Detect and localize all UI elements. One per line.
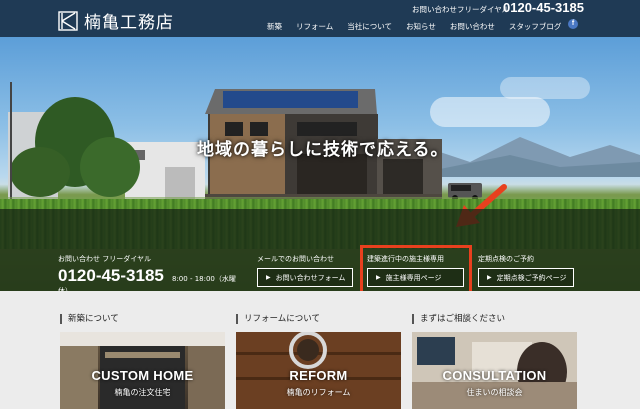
inspection-button-label: 定期点検ご予約ページ [496, 273, 567, 282]
site-logo[interactable]: 楠亀工務店 [58, 8, 174, 33]
card-reform[interactable]: REFORM 楠亀のリフォーム [236, 332, 401, 409]
hero-slogan: 地域の暮らしに技術で応える。 [197, 140, 449, 160]
nav-about[interactable]: 当社について [340, 21, 399, 32]
site-header: 楠亀工務店 お問い合わせフリーダイヤル 0120-45-3185 新築 リフォー… [0, 0, 640, 37]
mail-label: メールでのお問い合わせ [257, 255, 334, 263]
contact-form-button-label: お問い合わせフォーム [275, 273, 346, 282]
card-reform-title: REFORM [289, 368, 348, 383]
card-custom-home-title: CUSTOM HOME [91, 368, 194, 383]
contact-phone-number[interactable]: 0120-45-3185 [58, 266, 164, 286]
left-scenery [8, 82, 205, 202]
nav-reform[interactable]: リフォーム [289, 21, 340, 32]
highlight-box [360, 245, 472, 295]
nav-staff-blog[interactable]: スタッフブログ [502, 21, 569, 32]
header-phone-number[interactable]: 0120-45-3185 [503, 0, 584, 15]
card-consultation-title: CONSULTATION [442, 368, 547, 383]
logo-mark-icon [58, 10, 78, 31]
facebook-icon[interactable]: f [568, 19, 578, 29]
inspection-button[interactable]: ▶ 定期点検ご予約ページ [478, 268, 574, 287]
play-icon: ▶ [487, 274, 492, 281]
main-nav: 新築 リフォーム 当社について お知らせ お問い合わせ スタッフブログ [260, 21, 568, 32]
business-hours: 8:00 - 18:00（水曜 [172, 275, 236, 283]
header-phone-label: お問い合わせフリーダイヤル [412, 5, 510, 14]
nav-new-build[interactable]: 新築 [260, 21, 289, 32]
section-title-consultation: まずはご相談ください [412, 314, 505, 324]
card-consultation[interactable]: CONSULTATION 住まいの相談会 [412, 332, 577, 409]
nav-contact[interactable]: お問い合わせ [443, 21, 502, 32]
logo-text: 楠亀工務店 [84, 13, 174, 33]
nav-news[interactable]: お知らせ [399, 21, 443, 32]
card-reform-subtitle: 楠亀のリフォーム [286, 388, 351, 397]
contact-phone-label: お問い合わせ フリーダイヤル [58, 255, 152, 263]
section-title-reform: リフォームについて [236, 314, 320, 324]
card-custom-home[interactable]: CUSTOM HOME 楠亀の注文住宅 [60, 332, 225, 409]
inspection-label: 定期点検のご予約 [478, 255, 534, 263]
card-custom-home-subtitle: 楠亀の注文住宅 [114, 388, 171, 397]
section-title-new-build: 新築について [60, 314, 119, 324]
play-icon: ▶ [266, 274, 271, 281]
card-consultation-subtitle: 住まいの相談会 [466, 388, 523, 397]
contact-form-button[interactable]: ▶ お問い合わせフォーム [257, 268, 353, 287]
